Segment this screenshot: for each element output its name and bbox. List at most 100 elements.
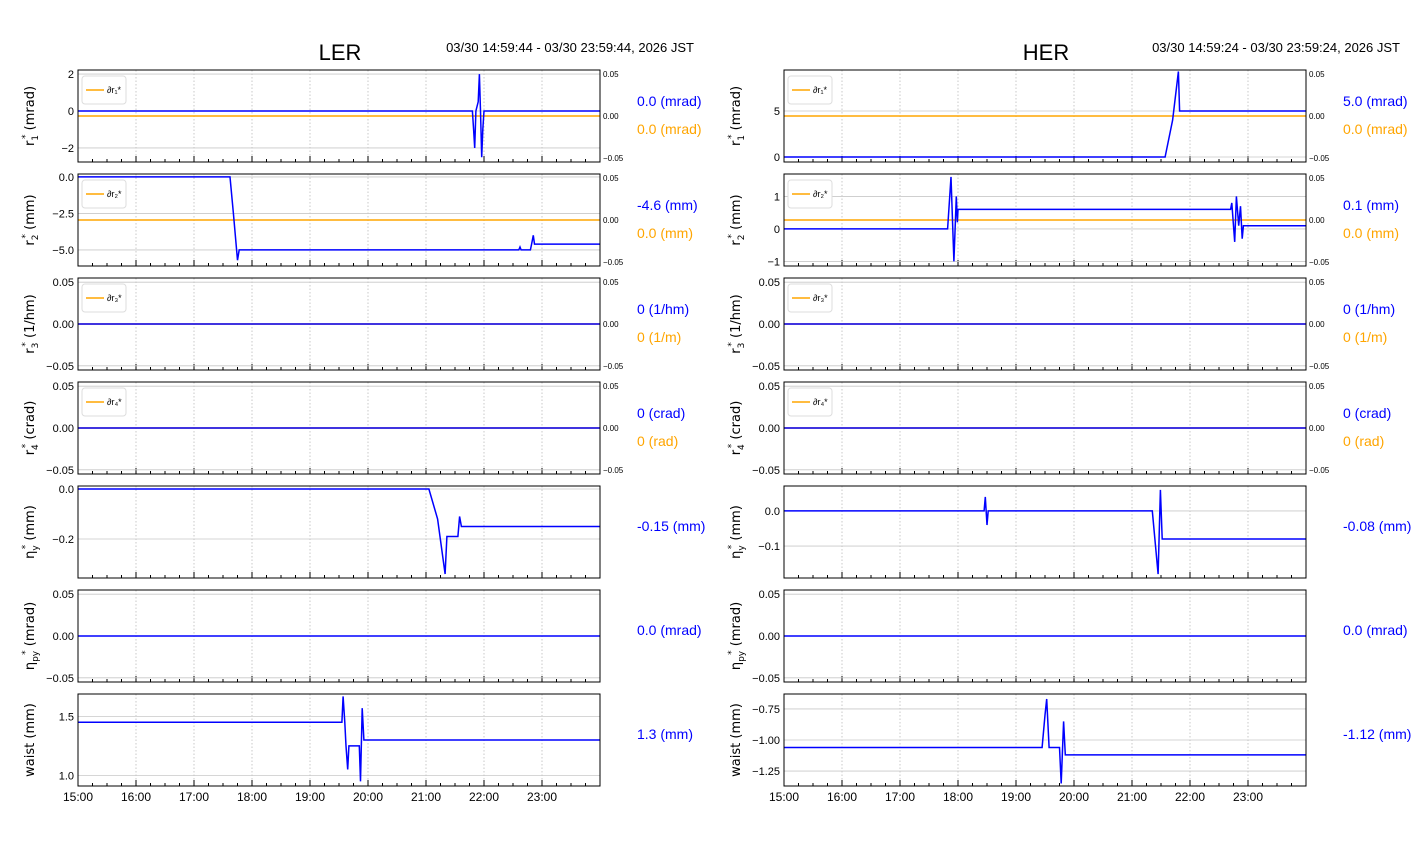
y-tick-label: −0.05 <box>46 361 74 373</box>
legend: ∂r₄* <box>787 387 833 417</box>
x-tick-label: 21:00 <box>411 790 441 804</box>
panel-1: 0.0 −2.5 −5.0 0.05 0.00 −0.05 ∂r₂* r2* (mm) -4.6… <box>21 172 698 267</box>
y-axis-label: r4* (crad) <box>21 401 41 456</box>
right-tick-label: 0.00 <box>1309 320 1325 329</box>
y-tick-label: 0.0 <box>59 484 74 496</box>
y-label-symbol: η <box>23 662 38 670</box>
current-value-blue: 0 (crad) <box>637 405 685 421</box>
y-label-symbol: η <box>729 551 744 559</box>
y-tick-label: 5 <box>774 106 780 118</box>
y-label-unit: (mrad) <box>23 86 38 130</box>
y-tick-label: −1.25 <box>752 766 780 778</box>
legend: ∂r₄* <box>81 387 127 417</box>
right-tick-label: −0.05 <box>1309 362 1330 371</box>
series-blue-line <box>784 489 1306 575</box>
legend-label: ∂r₂* <box>813 189 828 199</box>
y-tick-label: −5.0 <box>52 245 74 257</box>
subplot-her: HER 03/30 14:59:24 - 03/30 23:59:24, 2026… <box>727 40 1411 804</box>
right-tick-label: 0.00 <box>1309 216 1325 225</box>
x-tick-label: 23:00 <box>1233 790 1263 804</box>
right-tick-label: 0.05 <box>603 382 619 391</box>
legend: ∂r₃* <box>787 283 833 313</box>
current-value-blue: -0.15 (mm) <box>637 518 705 534</box>
y-label-sub: 2 <box>31 235 41 241</box>
y-tick-label: 0.05 <box>759 589 780 601</box>
panel-6: −0.75 −1.00 −1.25 waist (mm) -1.12 (mm) <box>729 693 1411 787</box>
current-value-blue: 1.3 (mm) <box>637 726 693 742</box>
y-tick-label: −0.1 <box>758 541 780 553</box>
current-value-blue: -1.12 (mm) <box>1343 726 1411 742</box>
right-tick-label: 0.00 <box>603 424 619 433</box>
current-value-orange: 0.0 (mm) <box>637 225 693 241</box>
y-tick-label: 1.5 <box>59 711 74 723</box>
x-tick-label: 17:00 <box>179 790 209 804</box>
y-tick-label: −2.5 <box>52 208 74 220</box>
y-axis-label: waist (mm) <box>729 703 744 777</box>
y-label-symbol: η <box>23 551 38 559</box>
y-tick-label: 0.00 <box>759 631 780 643</box>
y-label-sub: 1 <box>31 135 41 141</box>
y-label-sub: 1 <box>737 135 747 141</box>
y-tick-label: 0.00 <box>53 319 74 331</box>
current-value-blue: 0 (crad) <box>1343 405 1391 421</box>
y-label-sub: 3 <box>31 343 41 349</box>
right-tick-label: 0.05 <box>1309 70 1325 79</box>
legend: ∂r₁* <box>81 75 127 105</box>
panel-4: 0.0 −0.1 ηy* (mm) -0.08 (mm) <box>727 485 1411 579</box>
panel-1: 1 0 −1 0.05 0.00 −0.05 ∂r₂* r2* (mm) 0.1 (mm) 0.0… <box>727 173 1399 268</box>
y-axis-label: ηpy* (mrad) <box>727 602 747 670</box>
right-tick-label: 0.05 <box>603 278 619 287</box>
y-tick-label: −1.00 <box>752 735 780 747</box>
current-value-blue: 0 (1/hm) <box>637 301 689 317</box>
y-tick-label: 0 <box>774 224 780 236</box>
y-label-unit: (mm) <box>729 703 744 743</box>
y-label-unit: (1/hm) <box>23 294 38 338</box>
legend-label: ∂r₁* <box>813 85 827 95</box>
y-tick-label: −1 <box>767 256 780 268</box>
y-label-symbol: η <box>729 662 744 670</box>
series-blue-line <box>78 176 600 261</box>
current-value-orange: 0.0 (mrad) <box>637 121 702 137</box>
y-axis-label: r3* (1/hm) <box>21 294 41 353</box>
current-value-orange: 0 (rad) <box>1343 433 1384 449</box>
y-label-unit: (mm) <box>729 194 744 229</box>
y-tick-label: −0.05 <box>46 673 74 685</box>
chart-title: HER <box>1023 40 1069 65</box>
y-tick-label: 0.05 <box>53 381 74 393</box>
x-tick-label: 21:00 <box>1117 790 1147 804</box>
legend: ∂r₂* <box>81 179 127 209</box>
panel-0: 5 0 0.05 0.00 −0.05 ∂r₁* r1* (mrad) 5.0 (mrad) 0… <box>727 69 1408 164</box>
y-axis-label: r3* (1/hm) <box>727 294 747 353</box>
current-value-blue: 0 (1/hm) <box>1343 301 1395 317</box>
y-label-symbol: waist <box>23 743 38 777</box>
y-label-unit: (mm) <box>729 505 744 540</box>
y-tick-label: 0.05 <box>759 381 780 393</box>
y-axis-label: ηpy* (mrad) <box>21 602 41 670</box>
current-value-blue: -0.08 (mm) <box>1343 518 1411 534</box>
legend: ∂r₃* <box>81 283 127 313</box>
time-range: 03/30 14:59:44 - 03/30 23:59:44, 2026 JS… <box>446 40 694 55</box>
panel-3: 0.05 0.00 −0.05 0.05 0.00 −0.05 ∂r₄* r4* (crad)… <box>727 381 1391 477</box>
y-tick-label: −0.05 <box>46 465 74 477</box>
x-tick-label: 16:00 <box>121 790 151 804</box>
current-value-orange: 0 (1/m) <box>1343 329 1387 345</box>
x-tick-label: 20:00 <box>1059 790 1089 804</box>
right-tick-label: 0.00 <box>603 320 619 329</box>
current-value-orange: 0.0 (mm) <box>1343 225 1399 241</box>
legend-label: ∂r₄* <box>813 397 828 407</box>
x-tick-label: 22:00 <box>469 790 499 804</box>
legend-label: ∂r₃* <box>813 293 828 303</box>
panel-5: 0.05 0.00 −0.05 ηpy* (mrad) 0.0 (mrad) <box>21 589 702 685</box>
current-value-orange: 0 (1/m) <box>637 329 681 345</box>
y-label-symbol: waist <box>729 743 744 777</box>
x-tick-label: 18:00 <box>237 790 267 804</box>
right-tick-label: 0.05 <box>1309 382 1325 391</box>
y-label-sub: 2 <box>737 235 747 241</box>
y-axis-label: r1* (mrad) <box>727 86 747 146</box>
current-value-orange: 0 (rad) <box>637 433 678 449</box>
y-axis-label: ηy* (mm) <box>727 505 747 559</box>
y-axis-label: waist (mm) <box>23 703 38 777</box>
y-tick-label: −0.2 <box>52 534 74 546</box>
legend: ∂r₁* <box>787 75 833 105</box>
y-axis-label: r4* (crad) <box>727 401 747 456</box>
